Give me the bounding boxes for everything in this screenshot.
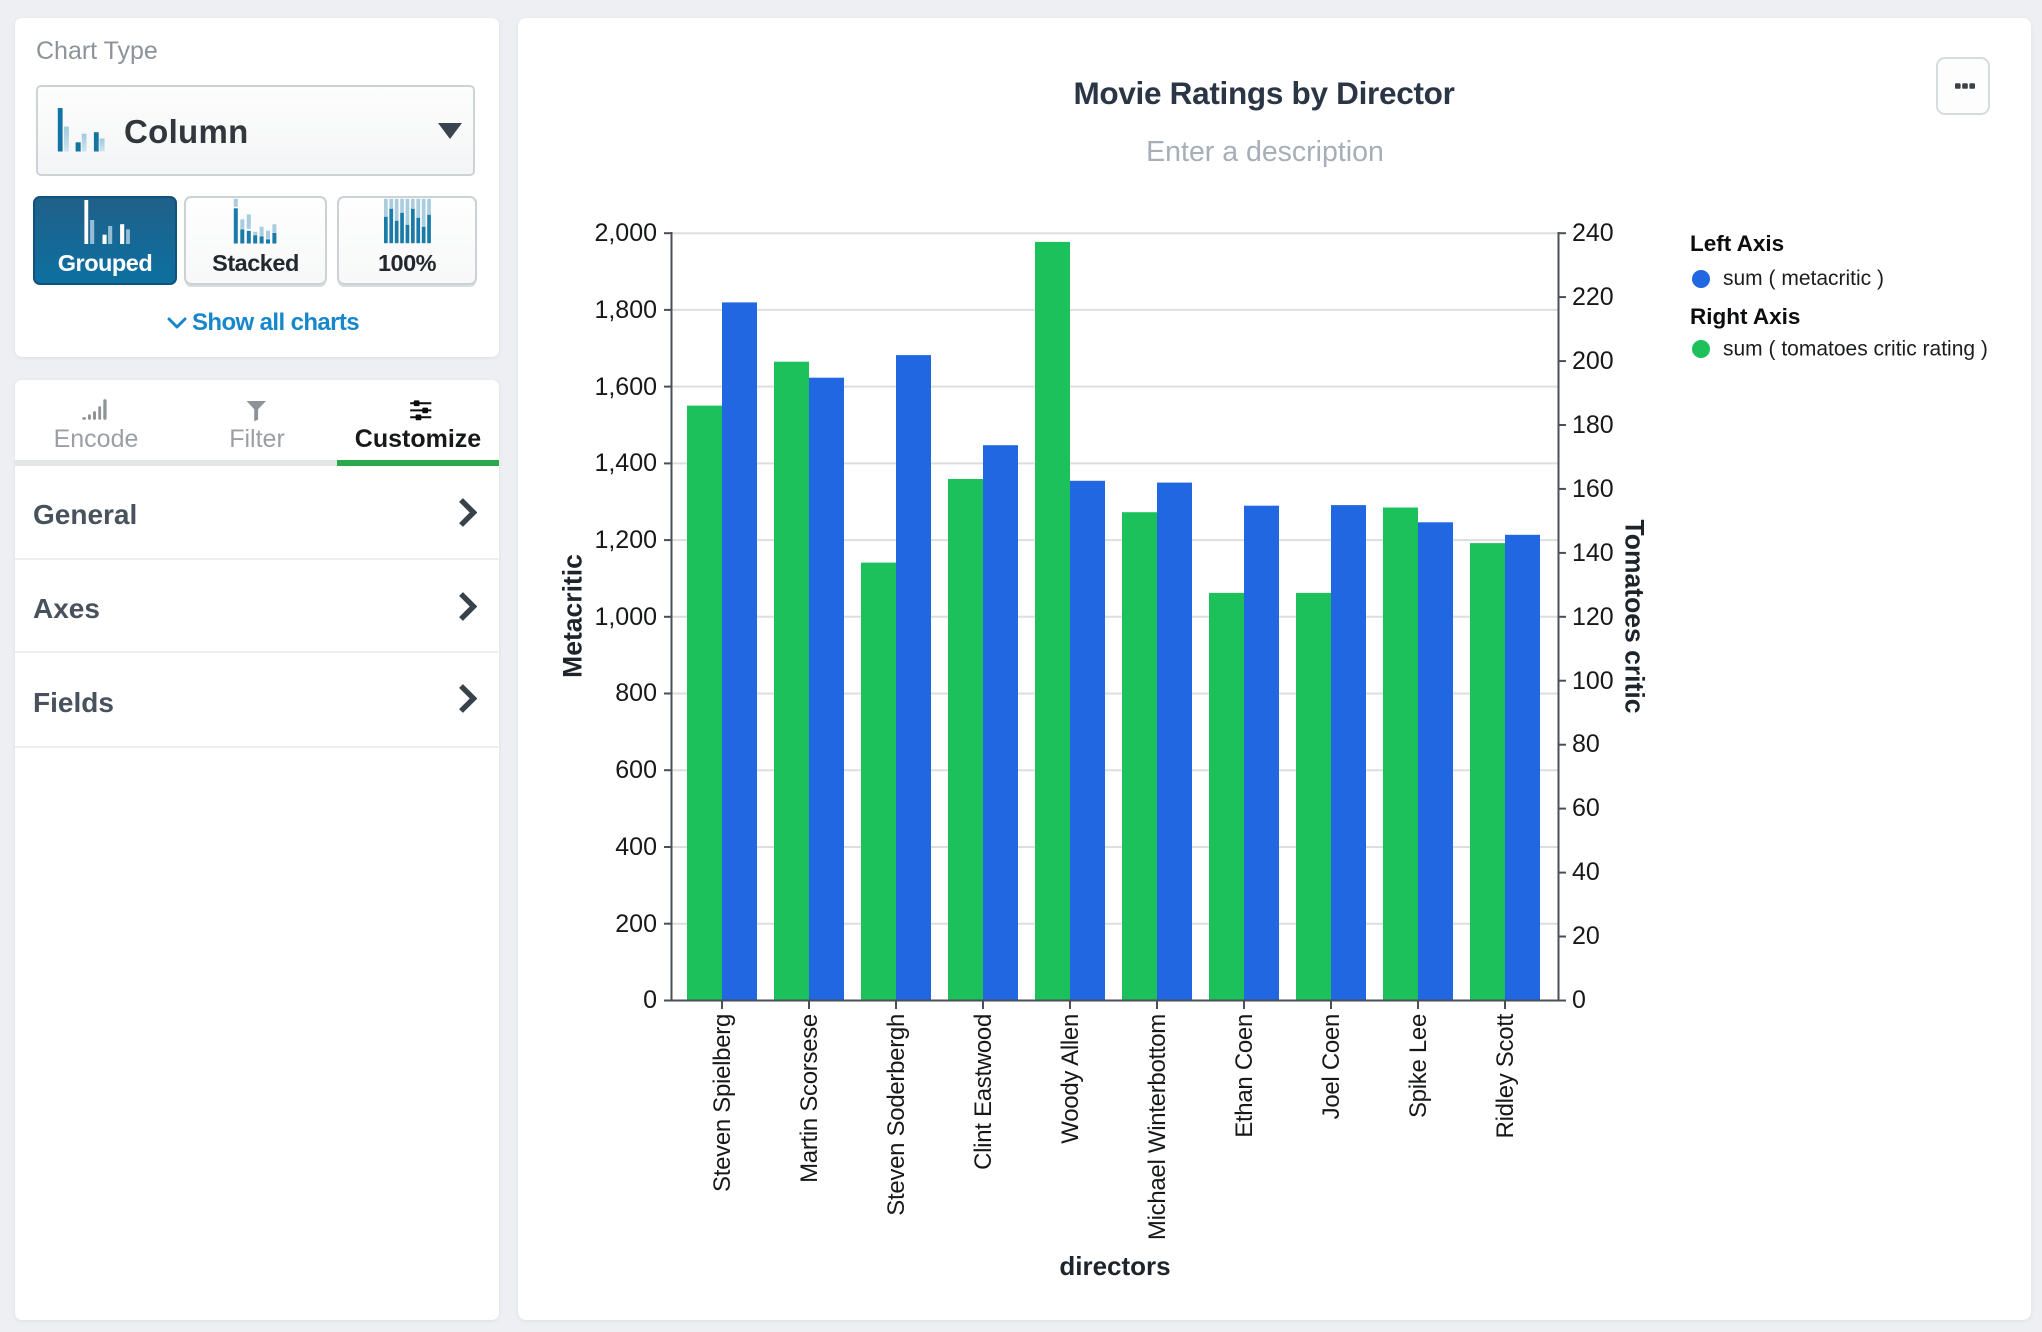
svg-text:1,000: 1,000: [594, 603, 657, 631]
svg-text:120: 120: [1572, 603, 1614, 631]
svg-text:800: 800: [615, 679, 657, 707]
svg-text:Ridley Scott: Ridley Scott: [1492, 1013, 1519, 1138]
svg-text:200: 200: [615, 910, 657, 938]
svg-text:1,800: 1,800: [594, 296, 657, 324]
svg-text:Enter a description: Enter a description: [1146, 136, 1384, 168]
svg-text:0: 0: [1572, 986, 1586, 1014]
svg-text:Movie Ratings by Director: Movie Ratings by Director: [1073, 75, 1454, 111]
svg-text:Woody Allen: Woody Allen: [1057, 1014, 1084, 1144]
svg-text:Steven Soderbergh: Steven Soderbergh: [883, 1014, 910, 1216]
svg-text:Right Axis: Right Axis: [1690, 304, 1800, 329]
svg-text:Tomatoes critic: Tomatoes critic: [1620, 520, 1650, 714]
svg-text:0: 0: [643, 986, 657, 1014]
svg-text:Ethan Coen: Ethan Coen: [1231, 1014, 1258, 1138]
svg-text:220: 220: [1572, 283, 1614, 311]
svg-text:Spike Lee: Spike Lee: [1405, 1014, 1432, 1118]
svg-text:80: 80: [1572, 730, 1600, 758]
svg-text:200: 200: [1572, 347, 1614, 375]
svg-text:240: 240: [1572, 219, 1614, 247]
svg-text:Joel Coen: Joel Coen: [1318, 1014, 1345, 1119]
svg-text:Michael Winterbottom: Michael Winterbottom: [1144, 1014, 1171, 1240]
svg-text:400: 400: [615, 833, 657, 861]
svg-text:Clint Eastwood: Clint Eastwood: [970, 1014, 997, 1170]
svg-text:1,200: 1,200: [594, 526, 657, 554]
svg-text:sum ( metacritic ): sum ( metacritic ): [1723, 267, 1884, 290]
svg-text:Metacritic: Metacritic: [558, 554, 588, 678]
svg-text:140: 140: [1572, 539, 1614, 567]
svg-text:Steven Spielberg: Steven Spielberg: [709, 1014, 736, 1192]
svg-text:40: 40: [1572, 858, 1600, 886]
svg-text:Left Axis: Left Axis: [1690, 231, 1784, 256]
svg-text:1,400: 1,400: [594, 449, 657, 477]
svg-text:180: 180: [1572, 411, 1614, 439]
svg-text:1,600: 1,600: [594, 373, 657, 401]
svg-text:Martin Scorsese: Martin Scorsese: [796, 1014, 823, 1183]
svg-text:20: 20: [1572, 922, 1600, 950]
svg-text:directors: directors: [1059, 1251, 1170, 1281]
svg-text:sum ( tomatoes critic rating ): sum ( tomatoes critic rating ): [1723, 338, 1988, 361]
svg-text:160: 160: [1572, 475, 1614, 503]
svg-text:60: 60: [1572, 794, 1600, 822]
svg-text:100: 100: [1572, 667, 1614, 695]
svg-text:2,000: 2,000: [594, 219, 657, 247]
svg-text:600: 600: [615, 756, 657, 784]
